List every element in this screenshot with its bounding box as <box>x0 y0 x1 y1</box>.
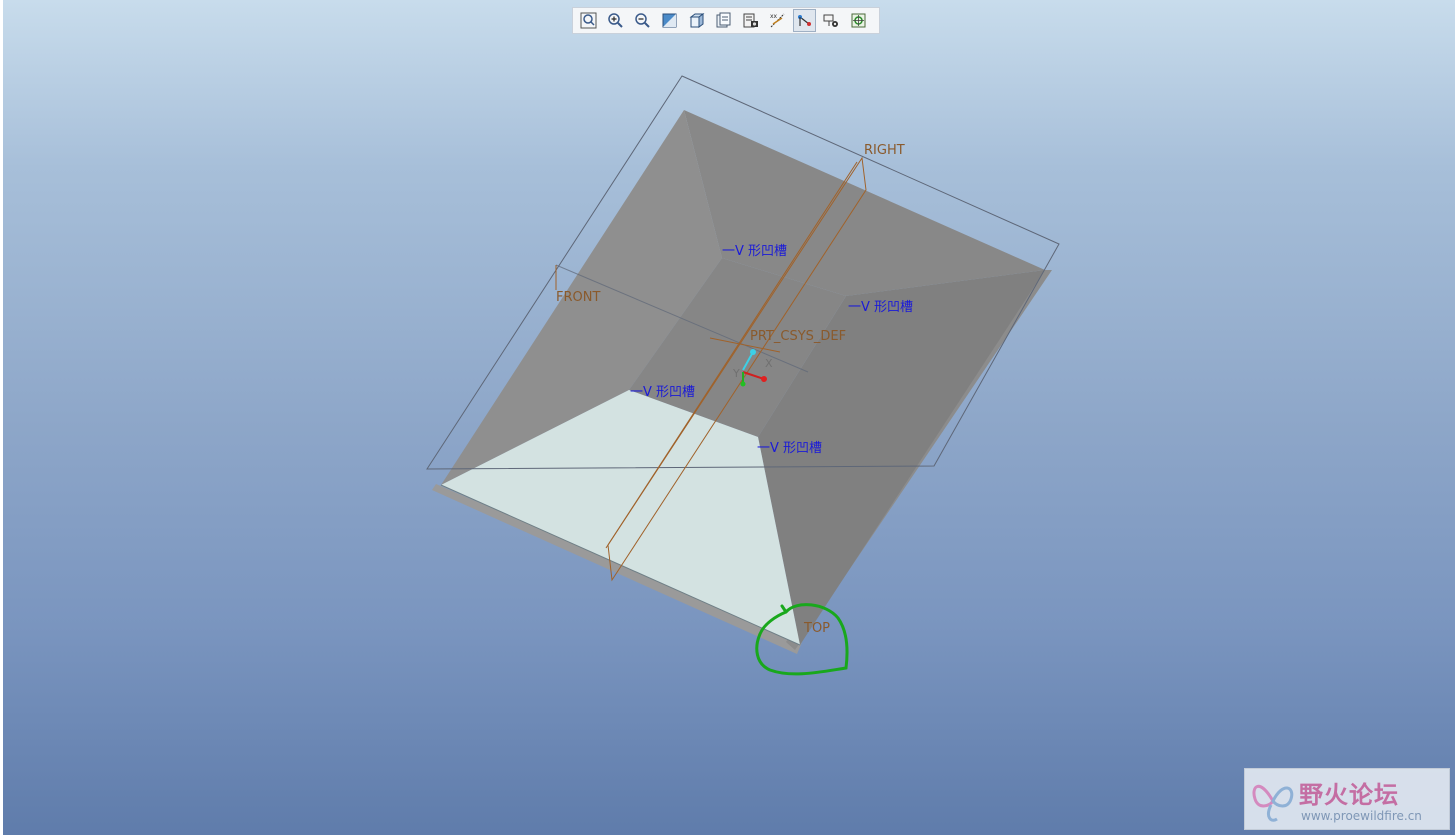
butterfly-logo-icon <box>1252 785 1294 822</box>
annotation-display-icon <box>823 14 838 27</box>
datum-label-right[interactable]: RIGHT <box>864 143 905 158</box>
zoom-fit-button[interactable] <box>577 9 600 32</box>
datum-display-button[interactable]: xx <box>766 9 789 32</box>
csys-display-icon <box>798 15 811 26</box>
feature-label-groove-3[interactable]: 一V 形凹槽 <box>630 385 695 400</box>
zoom-fit-icon <box>580 12 597 29</box>
zoom-in-button[interactable] <box>604 9 627 32</box>
watermark-url: www.proewildfire.cn <box>1301 809 1422 823</box>
datum-label-csys[interactable]: PRT_CSYS_DEF <box>750 329 846 344</box>
feature-label-groove-2[interactable]: 一V 形凹槽 <box>848 300 913 315</box>
display-style-button[interactable] <box>685 9 708 32</box>
saved-views-button[interactable] <box>712 9 735 32</box>
spin-center-icon <box>851 13 866 28</box>
spin-center-button[interactable] <box>847 9 870 32</box>
datum-display-icon: xx <box>770 13 785 28</box>
svg-text:xx: xx <box>770 13 778 20</box>
zoom-in-icon <box>608 13 623 28</box>
repaint-icon <box>662 13 677 28</box>
saved-views-icon <box>716 12 731 28</box>
csys-axis-x-label: X <box>765 357 773 370</box>
view-toolbar: xx <box>572 7 880 34</box>
feature-label-groove-4[interactable]: 一V 形凹槽 <box>757 441 822 456</box>
datum-label-top[interactable]: TOP <box>803 621 830 636</box>
model-scene[interactable]: X Y RIGHT FRONT TOP PRT_CSYS_DEF 一V 形凹槽 … <box>0 0 1455 835</box>
zoom-out-icon <box>635 13 650 28</box>
csys-display-button[interactable] <box>793 9 816 32</box>
datum-label-front[interactable]: FRONT <box>556 290 600 305</box>
graphics-viewport[interactable]: X Y RIGHT FRONT TOP PRT_CSYS_DEF 一V 形凹槽 … <box>0 0 1455 835</box>
zoom-out-button[interactable] <box>631 9 654 32</box>
layers-button[interactable] <box>739 9 762 32</box>
display-style-icon <box>689 13 705 28</box>
feature-label-groove-1[interactable]: 一V 形凹槽 <box>722 244 787 259</box>
layers-icon <box>743 13 758 28</box>
repaint-button[interactable] <box>658 9 681 32</box>
forum-watermark: 野火论坛 www.proewildfire.cn <box>1244 768 1450 830</box>
watermark-title: 野火论坛 <box>1299 781 1399 809</box>
csys-axis-y-label: Y <box>732 367 740 380</box>
annotation-display-button[interactable] <box>820 9 843 32</box>
